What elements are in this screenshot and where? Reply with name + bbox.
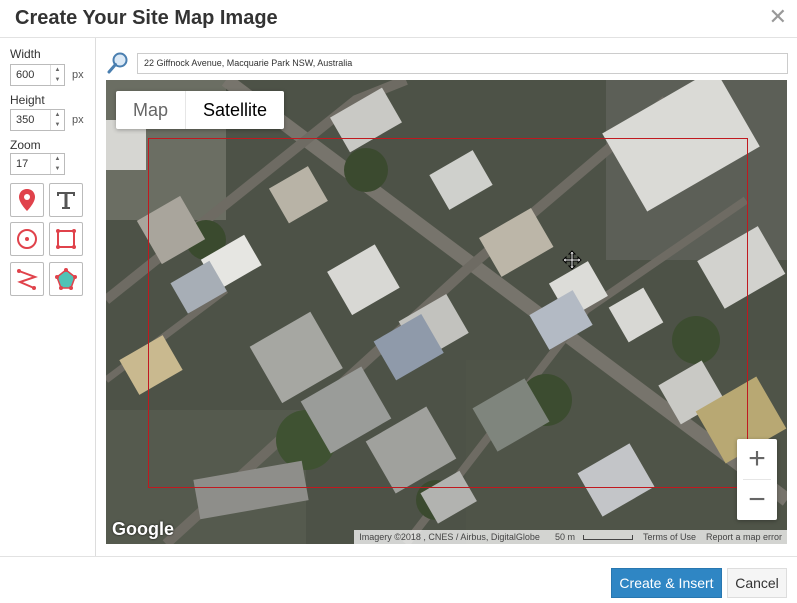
- dialog-footer: Create & Insert Cancel: [0, 556, 797, 603]
- width-stepper[interactable]: ▲ ▼: [10, 64, 65, 86]
- decrement-icon[interactable]: ▼: [51, 164, 64, 174]
- height-input[interactable]: [11, 110, 51, 130]
- width-arrows[interactable]: ▲ ▼: [50, 65, 64, 85]
- map-type-satellite[interactable]: Satellite: [186, 91, 284, 129]
- selection-rectangle[interactable]: [148, 138, 748, 488]
- search-icon[interactable]: [106, 51, 130, 75]
- map-scale[interactable]: 50 m: [545, 530, 638, 544]
- width-input[interactable]: [11, 65, 51, 85]
- map-attribution: Imagery ©2018 , CNES / Airbus, DigitalGl…: [354, 530, 787, 544]
- increment-icon[interactable]: ▲: [51, 110, 64, 120]
- polygon-tool-icon[interactable]: [49, 262, 83, 296]
- cancel-button[interactable]: Cancel: [727, 568, 787, 598]
- width-label: Width: [10, 47, 41, 61]
- height-arrows[interactable]: ▲ ▼: [50, 110, 64, 130]
- zoom-input[interactable]: [11, 154, 51, 174]
- circle-tool-icon[interactable]: [10, 222, 44, 256]
- map-type-map[interactable]: Map: [116, 91, 187, 129]
- scale-bar: [582, 535, 633, 541]
- height-unit: px: [72, 114, 84, 126]
- settings-sidebar: Width ▲ ▼ px Height ▲ ▼ px Zoom ▲ ▼: [0, 38, 96, 556]
- move-cursor-icon: [562, 250, 582, 275]
- address-input[interactable]: 22 Giffnock Avenue, Macquarie Park NSW, …: [137, 53, 788, 74]
- map-type-control: Map Satellite: [116, 91, 285, 129]
- imagery-credit: Imagery ©2018 , CNES / Airbus, DigitalGl…: [359, 532, 540, 542]
- report-error-link[interactable]: Report a map error: [701, 530, 787, 544]
- zoom-in-button[interactable]: +: [737, 439, 777, 479]
- create-insert-button[interactable]: Create & Insert: [611, 568, 722, 598]
- dialog-header: Create Your Site Map Image ✕: [0, 0, 797, 38]
- rectangle-tool-icon[interactable]: [49, 222, 83, 256]
- increment-icon[interactable]: ▲: [51, 154, 64, 164]
- zoom-arrows[interactable]: ▲ ▼: [50, 154, 64, 174]
- width-unit: px: [72, 69, 84, 81]
- google-logo: Google: [112, 519, 174, 539]
- zoom-label: Zoom: [10, 138, 41, 152]
- terms-link[interactable]: Terms of Use: [638, 530, 701, 544]
- satellite-map[interactable]: Map Satellite + − Google Imagery ©2018 ,…: [106, 80, 787, 544]
- scale-label: 50 m: [554, 532, 575, 542]
- zoom-out-button[interactable]: −: [737, 480, 777, 520]
- marker-tool-icon[interactable]: [10, 183, 44, 217]
- zoom-stepper[interactable]: ▲ ▼: [10, 153, 65, 175]
- line-tool-icon[interactable]: [10, 262, 44, 296]
- height-label: Height: [10, 93, 45, 107]
- close-icon[interactable]: ✕: [769, 5, 787, 29]
- increment-icon[interactable]: ▲: [51, 65, 64, 75]
- decrement-icon[interactable]: ▼: [51, 120, 64, 130]
- text-tool-icon[interactable]: [49, 183, 83, 217]
- dialog-title: Create Your Site Map Image: [15, 7, 278, 29]
- zoom-control: + −: [737, 439, 777, 520]
- decrement-icon[interactable]: ▼: [51, 75, 64, 85]
- height-stepper[interactable]: ▲ ▼: [10, 109, 65, 131]
